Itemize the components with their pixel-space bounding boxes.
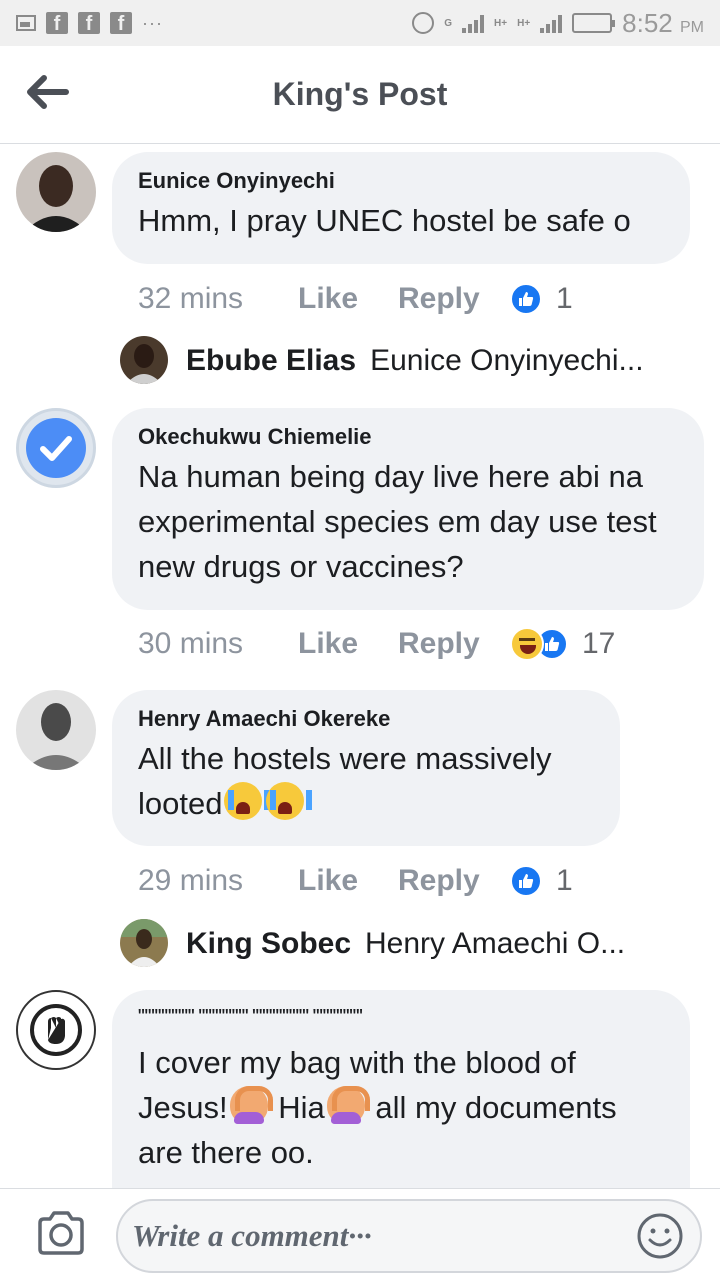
reply-preview[interactable]: King Sobec Henry Amaechi O... — [186, 924, 625, 964]
like-button[interactable]: Like — [298, 282, 398, 316]
hands-on-head-emoji-icon — [229, 1086, 273, 1124]
like-reaction-icon — [510, 283, 542, 315]
comment-text: Na human being day live here abi na expe… — [138, 459, 657, 584]
reply-author[interactable]: King Sobec — [186, 927, 351, 961]
reaction-summary[interactable]: 1 — [510, 864, 573, 898]
network-type-label: H+ — [494, 17, 508, 29]
like-reaction-icon — [510, 865, 542, 897]
facebook-icon: f — [46, 12, 68, 35]
comment-placeholder: Write a comment··· — [132, 1218, 372, 1253]
smiley-icon[interactable] — [636, 1212, 684, 1260]
comment-actions: 29 mins Like Reply 1 — [138, 861, 573, 901]
alarm-icon — [412, 12, 435, 34]
status-bar: f f f ··· G H+ H+ 8:52 PM — [0, 0, 720, 46]
comment-text: I cover my bag with the blood of Jesus! … — [138, 1045, 617, 1170]
avatar[interactable] — [16, 408, 96, 488]
reaction-count: 17 — [582, 627, 616, 660]
reaction-summary[interactable]: 1 — [510, 282, 573, 316]
page-title: King's Post — [272, 76, 448, 112]
like-button[interactable]: Like — [298, 627, 398, 661]
network-type-label: G — [444, 17, 453, 29]
reaction-count: 1 — [556, 864, 573, 897]
facebook-icon: f — [78, 12, 100, 35]
comment-actions: 30 mins Like Reply 17 — [138, 624, 615, 664]
battery-icon — [572, 13, 616, 33]
avatar[interactable] — [120, 919, 168, 967]
hands-on-head-emoji-icon — [326, 1086, 370, 1124]
page-header: King's Post — [0, 46, 720, 144]
reply-snippet: Eunice Onyinyechi... — [370, 344, 644, 377]
signal-icon — [462, 13, 485, 33]
clock: 8:52 PM — [622, 7, 704, 38]
comment-timestamp: 30 mins — [138, 627, 244, 660]
camera-icon[interactable] — [36, 1211, 86, 1255]
reply-button[interactable]: Reply — [398, 627, 510, 661]
comment-actions: 32 mins Like Reply 1 — [138, 279, 573, 319]
crying-face-emoji-icon — [266, 782, 313, 820]
comment-bubble[interactable]: Henry Amaechi Okereke All the hostels we… — [112, 690, 620, 846]
comment-timestamp: 29 mins — [138, 864, 244, 897]
network-type-label: H+ — [517, 17, 531, 29]
avatar[interactable] — [16, 690, 96, 770]
reaction-count: 1 — [556, 282, 573, 315]
comment-author[interactable]: Okechukwu Chiemelie — [138, 424, 676, 450]
haha-reaction-icon — [510, 627, 544, 661]
avatar[interactable] — [16, 990, 96, 1070]
signal-icon — [540, 13, 563, 33]
reply-button[interactable]: Reply — [398, 282, 510, 316]
comment-text: Hmm, I pray UNEC hostel be safe o — [138, 203, 631, 238]
reply-snippet: Henry Amaechi O... — [365, 927, 626, 960]
image-icon — [16, 15, 36, 31]
more-icon: ··· — [142, 12, 163, 33]
reply-button[interactable]: Reply — [398, 864, 510, 898]
like-button[interactable]: Like — [298, 864, 398, 898]
verified-check-icon — [26, 418, 86, 478]
avatar[interactable] — [120, 336, 168, 384]
comment-timestamp: 32 mins — [138, 282, 244, 315]
comment-text: All the hostels were massively looted — [138, 741, 552, 821]
facebook-icon: f — [110, 12, 132, 35]
reaction-summary[interactable]: 17 — [510, 627, 615, 661]
comment-bubble[interactable]: Okechukwu Chiemelie Na human being day l… — [112, 408, 704, 610]
comment-author[interactable]: ꞌꞌꞌꞌꞌꞌꞌꞌꞌꞌꞌꞌꞌꞌꞌꞌꞌ ꞌꞌꞌꞌꞌꞌꞌꞌꞌꞌꞌꞌꞌꞌꞌ ꞌꞌꞌꞌꞌꞌ… — [138, 1006, 662, 1022]
comment-bubble[interactable]: Eunice Onyinyechi Hmm, I pray UNEC hoste… — [112, 152, 690, 264]
avatar[interactable] — [16, 152, 96, 232]
comment-composer: Write a comment··· — [0, 1188, 720, 1280]
comment-author[interactable]: Henry Amaechi Okereke — [138, 706, 592, 732]
comment-input[interactable]: Write a comment··· — [116, 1199, 702, 1273]
crying-face-emoji-icon — [224, 782, 271, 820]
comment-bubble[interactable]: ꞌꞌꞌꞌꞌꞌꞌꞌꞌꞌꞌꞌꞌꞌꞌꞌꞌ ꞌꞌꞌꞌꞌꞌꞌꞌꞌꞌꞌꞌꞌꞌꞌ ꞌꞌꞌꞌꞌꞌ… — [112, 990, 690, 1188]
reply-author[interactable]: Ebube Elias — [186, 344, 356, 378]
comment-author[interactable]: Eunice Onyinyechi — [138, 168, 662, 194]
reply-preview[interactable]: Ebube Elias Eunice Onyinyechi... — [186, 341, 644, 381]
